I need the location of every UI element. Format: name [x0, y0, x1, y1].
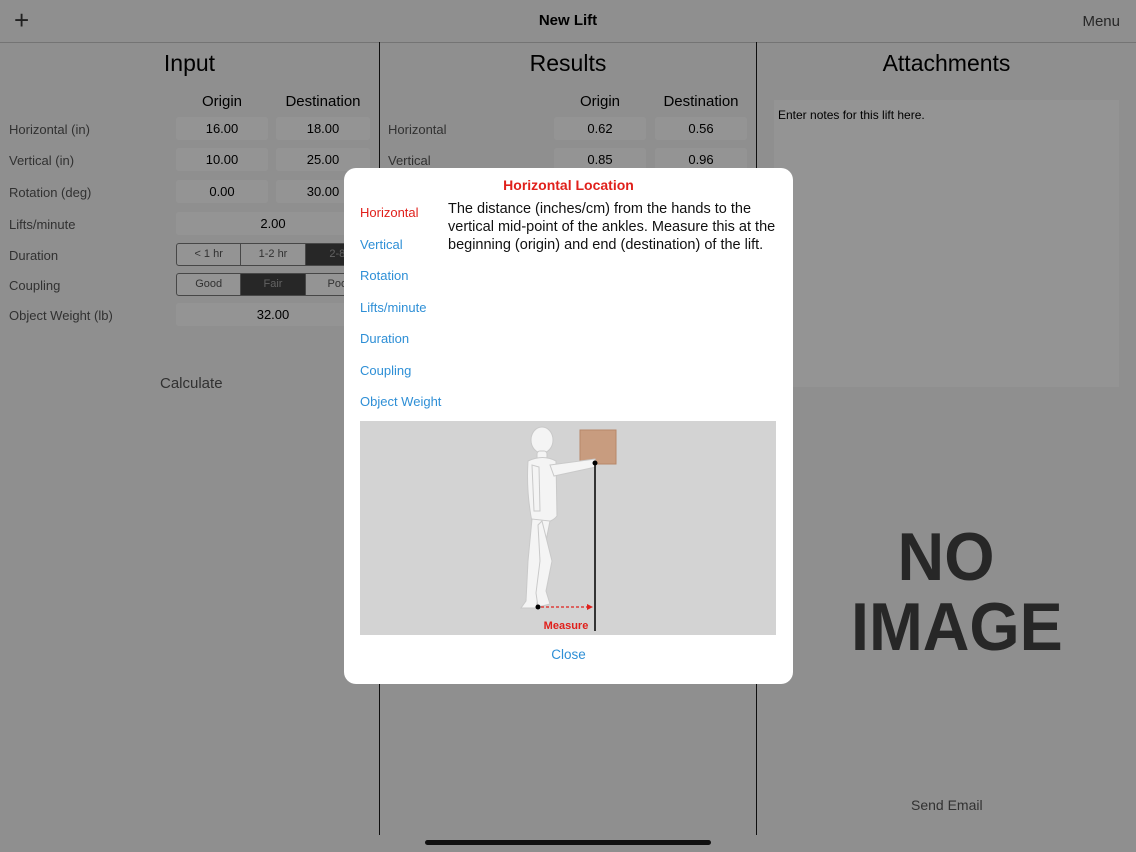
- box-shape: [579, 429, 617, 465]
- lifting-figure-svg: Measure: [520, 426, 617, 632]
- topic-coupling[interactable]: Coupling: [360, 363, 411, 378]
- measure-label: Measure: [544, 620, 589, 632]
- help-dialog: Horizontal Location Horizontal Vertical …: [344, 168, 793, 684]
- horizontal-measure-illustration: Measure: [360, 421, 776, 635]
- close-button[interactable]: Close: [344, 647, 793, 662]
- topic-lifts-minute[interactable]: Lifts/minute: [360, 300, 426, 315]
- dialog-description: The distance (inches/cm) from the hands …: [448, 201, 776, 253]
- topic-object-weight[interactable]: Object Weight: [360, 394, 441, 409]
- home-indicator[interactable]: [425, 840, 711, 845]
- topic-duration[interactable]: Duration: [360, 331, 409, 346]
- topic-vertical[interactable]: Vertical: [360, 237, 403, 252]
- ankle-point: [535, 604, 541, 610]
- measure-arrow-head: [587, 604, 593, 610]
- topic-rotation[interactable]: Rotation: [360, 268, 408, 283]
- topic-horizontal[interactable]: Horizontal: [360, 205, 419, 220]
- dialog-title: Horizontal Location: [503, 177, 634, 193]
